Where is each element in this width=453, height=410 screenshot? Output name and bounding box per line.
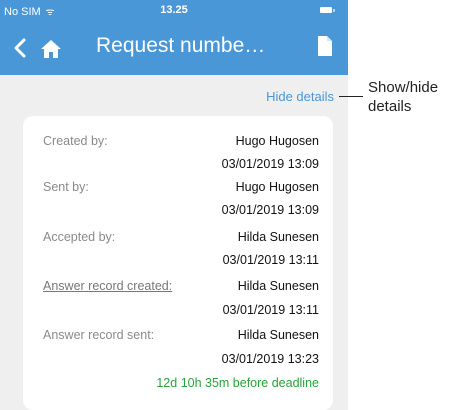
accepted-by-label: Accepted by: — [43, 230, 116, 244]
answer-created-name: Hilda Sunesen — [237, 279, 319, 293]
annotation-line2: details — [368, 98, 412, 115]
status-bar: No SIM ᯤ 13.25 — [0, 0, 348, 22]
accepted-by-name: Hilda Sunesen — [237, 230, 319, 244]
document-icon — [318, 36, 332, 56]
answer-sent-name: Hilda Sunesen — [237, 328, 319, 342]
back-chevron-icon — [14, 38, 26, 58]
created-by-name: Hugo Hugosen — [235, 134, 319, 148]
answer-record-created-link[interactable]: Answer record created: — [43, 279, 172, 293]
deadline-status: 12d 10h 35m before deadline — [156, 376, 319, 390]
created-by-time: 03/01/2019 13:09 — [221, 157, 319, 171]
home-icon — [41, 40, 61, 58]
sent-by-label: Sent by: — [43, 180, 89, 194]
annotation-callout: Show/hide details — [368, 78, 453, 116]
hide-details-link[interactable]: Hide details — [266, 89, 334, 104]
annotation-line — [339, 96, 363, 97]
sent-by-time: 03/01/2019 13:09 — [221, 203, 319, 217]
back-button[interactable] — [12, 38, 28, 58]
app-header: No SIM ᯤ 13.25 Request numbe… — [0, 0, 348, 75]
battery-icon — [320, 7, 335, 13]
answer-created-time: 03/01/2019 13:11 — [222, 303, 319, 317]
home-button[interactable] — [40, 39, 62, 59]
accepted-by-time: 03/01/2019 13:11 — [222, 253, 319, 267]
phone-screen: No SIM ᯤ 13.25 Request numbe… Hide detai… — [0, 0, 348, 410]
created-by-label: Created by: — [43, 134, 108, 148]
annotation-line1: Show/hide — [368, 79, 439, 96]
status-time: 13.25 — [160, 4, 188, 16]
page-title: Request numbe… — [96, 34, 266, 57]
answer-sent-label: Answer record sent: — [43, 328, 155, 342]
document-button[interactable] — [317, 35, 333, 57]
details-card: Created by: Hugo Hugosen 03/01/2019 13:0… — [23, 116, 333, 410]
answer-sent-time: 03/01/2019 13:23 — [221, 352, 319, 366]
sent-by-name: Hugo Hugosen — [235, 180, 319, 194]
